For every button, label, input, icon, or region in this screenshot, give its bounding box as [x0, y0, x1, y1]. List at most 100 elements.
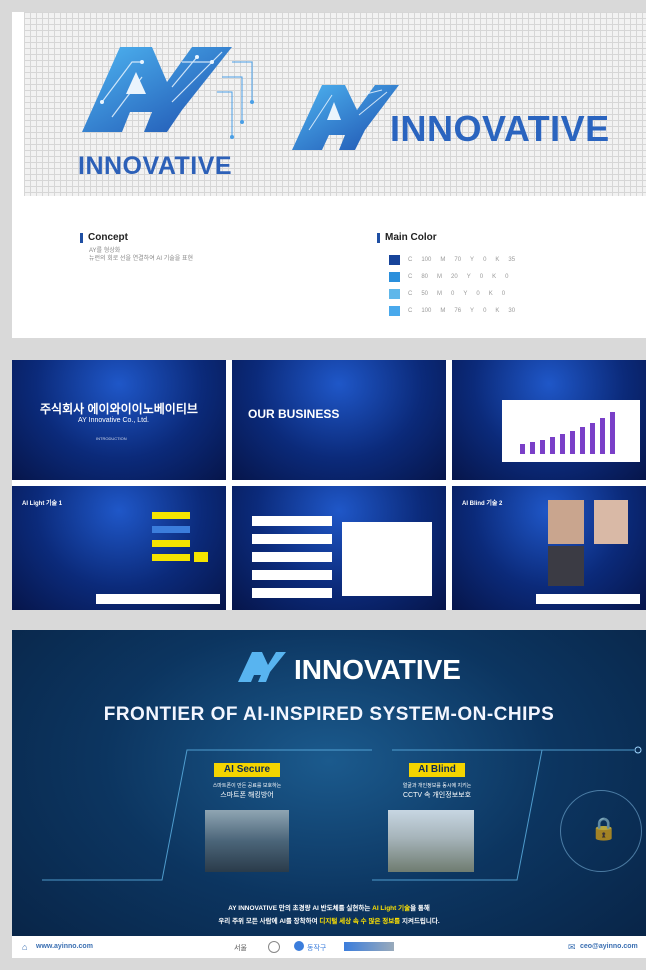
presentation-slides-panel: 주식회사 에이와이이노베이티브 AY Innovative Co., Ltd. … — [12, 360, 646, 610]
slide4-flow-diamond — [194, 552, 208, 562]
slide-thumbnail-6: AI Blind 기술 2 — [452, 486, 646, 610]
main-color-heading: Main Color — [377, 233, 437, 243]
cmyk-value: K — [492, 274, 497, 280]
logo-wordmark-left: INNOVATIVE — [78, 152, 233, 180]
cmyk-value: 0 — [476, 291, 480, 297]
ai-blind-desc-line2: CCTV 속 개인정보보호 — [402, 792, 472, 799]
cmyk-value: C — [408, 308, 413, 314]
footer-partner-seoul: 서울 — [234, 945, 247, 952]
bottom-line2-highlight: 디지털 세상 속 수 많은 정보를 — [319, 918, 401, 925]
slide-thumbnail-4: AI Light 기술 1 — [12, 486, 226, 610]
poster-circuit-lines — [42, 746, 642, 881]
cmyk-value: 0 — [505, 274, 509, 280]
cmyk-value: Y — [466, 274, 471, 280]
slide5-document-preview — [342, 522, 432, 596]
cmyk-value: 70 — [454, 257, 462, 263]
slide6-face-image-3 — [594, 500, 628, 544]
slide5-text-box-5 — [252, 588, 332, 598]
bottom-line1-highlight: AI Light 기술 — [372, 905, 411, 912]
cmyk-value: K — [488, 291, 493, 297]
ay-logo-mark-small — [292, 85, 399, 150]
bottom-line2-pre: 우리 주위 모든 사람에 AI를 장착하여 — [218, 918, 318, 925]
color-swatch — [389, 289, 400, 299]
poster-panel: INNOVATIVE FRONTIER OF AI-INSPIRED SYSTE… — [12, 630, 646, 958]
lock-icon: 🔒 — [590, 816, 618, 841]
partner-logo-bar — [344, 942, 394, 951]
ai-secure-desc-line2: 스마트폰 해킹방어 — [220, 792, 274, 799]
slide6-note-box — [536, 594, 640, 604]
footer-partner-dongjak: 동작구 — [307, 945, 327, 952]
concept-line-1: AY를 형상화 — [89, 248, 121, 254]
cmyk-value: M — [440, 257, 446, 263]
slide4-flow-box-1 — [152, 512, 190, 519]
slide4-flow-box-3 — [152, 540, 190, 547]
poster-bottom-line-2: 우리 주위 모든 사람에 AI를 장착하여 디지털 세상 속 수 많은 정보를 … — [12, 915, 646, 925]
slide4-note-box — [96, 594, 220, 604]
cmyk-value: 76 — [454, 308, 462, 314]
cmyk-value: 100 — [421, 308, 432, 314]
cmyk-value: M — [437, 274, 443, 280]
ai-secure-desc-line1: 스마트폰이 만든 공료를 보호하는 — [212, 783, 282, 789]
cmyk-value: 50 — [421, 291, 429, 297]
slide6-title: AI Blind 기술 2 — [462, 501, 503, 507]
cmyk-value: 0 — [483, 257, 487, 263]
cmyk-value: Y — [463, 291, 468, 297]
slide4-flow-box-4 — [152, 554, 190, 561]
concept-heading: Concept — [80, 233, 128, 243]
mail-icon: ✉ — [568, 942, 576, 952]
emblem-icon — [268, 941, 280, 953]
ai-blind-tag: AI Blind — [409, 763, 465, 777]
cmyk-value: Y — [470, 257, 475, 263]
main-color-row: C 80 M 20 Y 0 K 0 — [389, 272, 517, 282]
cmyk-value: M — [440, 308, 446, 314]
poster-logo-wordmark: INNOVATIVE — [294, 654, 461, 685]
cmyk-value: M — [437, 291, 443, 297]
main-color-row: C 50 M 0 Y 0 K 0 — [389, 289, 514, 299]
poster-ay-logo-mark — [238, 652, 286, 682]
cmyk-value: 0 — [451, 291, 455, 297]
district-logo-icon — [294, 941, 304, 951]
cmyk-value: 20 — [451, 274, 458, 280]
bottom-line1-pre: AY INNOVATIVE 만의 초경량 AI 반도체를 실현하는 — [228, 905, 371, 912]
cmyk-value: 0 — [483, 308, 487, 314]
ai-secure-photo — [205, 810, 289, 872]
logo-wordmark-right: INNOVATIVE — [390, 108, 610, 149]
slide5-text-box-1 — [252, 516, 332, 526]
slide5-text-box-4 — [252, 570, 332, 580]
cmyk-value: 35 — [508, 257, 516, 263]
poster-footer: ⌂ www.ayinno.com 서울 동작구 ✉ ceo@ayinno.com — [12, 936, 646, 958]
footer-website[interactable]: www.ayinno.com — [36, 943, 93, 950]
main-color-row: C 100 M 76 Y 0 K 30 — [389, 306, 524, 316]
color-swatch — [389, 272, 400, 282]
slide-thumbnail-1: 주식회사 에이와이이노베이티브 AY Innovative Co., Ltd. … — [12, 360, 226, 480]
concept-line-2: 뉴런의 회로 선을 연결하여 AI 기술을 표현 — [89, 256, 193, 262]
logo-guide-panel: INNOVATIVE INNOVATIVE Concept AY를 형상화 뉴런… — [12, 12, 646, 338]
home-icon: ⌂ — [22, 942, 28, 952]
slide4-flow-box-2 — [152, 526, 190, 533]
cmyk-value: 0 — [501, 291, 506, 297]
slide-thumbnail-5 — [232, 486, 446, 610]
cmyk-value: 100 — [421, 257, 432, 263]
cmyk-value: 80 — [421, 274, 429, 280]
poster-headline: FRONTIER OF AI-INSPIRED SYSTEM-ON-CHIPS — [103, 704, 555, 725]
cmyk-value: 0 — [479, 274, 484, 280]
color-swatch — [389, 306, 400, 316]
main-color-row: C 100 M 70 Y 0 K 35 — [389, 255, 524, 265]
slide6-face-image-2 — [548, 546, 584, 586]
slide1-small-label: INTRODUCTION — [96, 436, 127, 441]
slide1-subtitle: AY Innovative Co., Ltd. — [78, 417, 149, 424]
ai-secure-tag: AI Secure — [214, 763, 280, 777]
slide3-chart-box — [502, 400, 640, 462]
color-swatch — [389, 255, 400, 265]
bottom-line2-post: 지켜드립니다. — [401, 918, 440, 925]
slide3-bar-chart — [520, 412, 615, 454]
cmyk-value: C — [408, 291, 413, 297]
footer-email[interactable]: ceo@ayinno.com — [580, 943, 638, 950]
bottom-line1-post: 을 통해 — [410, 905, 430, 912]
slide1-title: 주식회사 에이와이이노베이티브 — [40, 402, 198, 416]
slide5-text-box-2 — [252, 534, 332, 544]
ai-blind-desc-line1: 얼굴과 개인정보를 동시에 지키는 — [402, 783, 472, 789]
cmyk-value: Y — [470, 308, 475, 314]
slide-thumbnail-2: OUR BUSINESS — [232, 360, 446, 480]
cmyk-value: K — [495, 257, 500, 263]
